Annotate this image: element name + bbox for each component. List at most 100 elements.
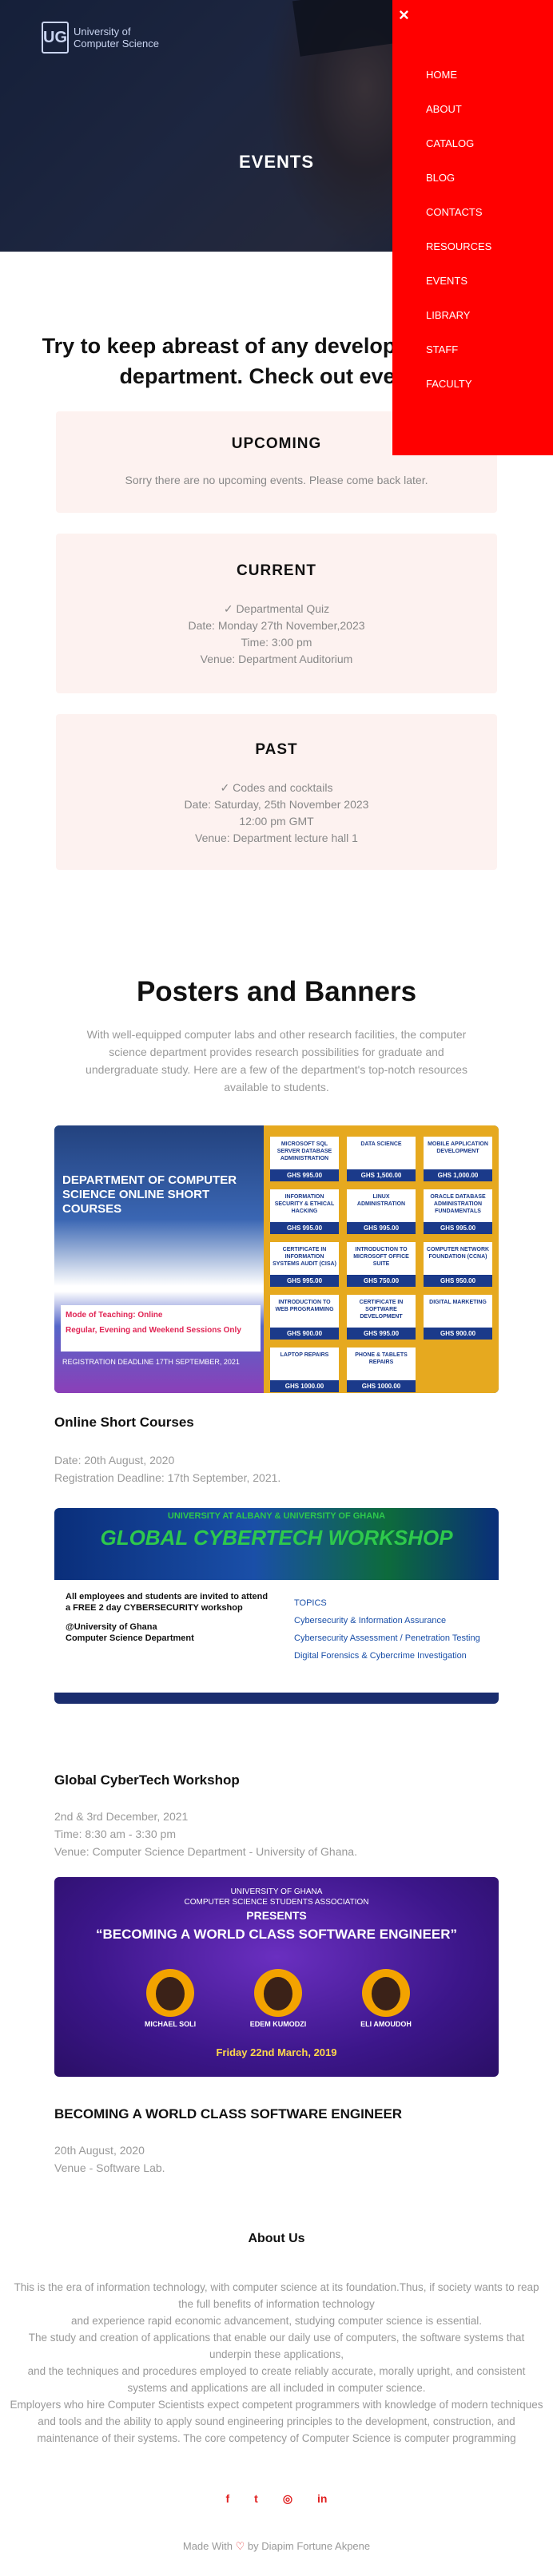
about-line: This is the era of information technolog… bbox=[14, 2281, 539, 2310]
current-event-name: ✓ Departmental Quiz bbox=[223, 602, 330, 615]
poster-location: @University of Ghana bbox=[66, 1622, 157, 1632]
poster-course-grid: MICROSOFT SQL SERVER DATABASE ADMINISTRA… bbox=[264, 1125, 499, 1393]
course-price: GHS 1,000.00 bbox=[424, 1169, 492, 1181]
course-tile: CERTIFICATE IN INFORMATION SYSTEMS AUDIT… bbox=[270, 1242, 339, 1287]
twitter-icon[interactable]: t bbox=[254, 2492, 258, 2506]
speaker-photo bbox=[146, 1969, 194, 2017]
poster-topics: TOPICS Cybersecurity & Information Assur… bbox=[294, 1594, 486, 1665]
logo-line-2: Computer Science bbox=[74, 38, 159, 50]
course-tile: LAPTOP REPAIRS GHS 1000.00 bbox=[270, 1348, 339, 1392]
about-text: This is the era of information technolog… bbox=[10, 2279, 543, 2447]
speaker-photo bbox=[362, 1969, 410, 2017]
speaker: MICHAEL SOLI bbox=[126, 1969, 214, 2028]
course-tile: MICROSOFT SQL SERVER DATABASE ADMINISTRA… bbox=[270, 1137, 339, 1181]
poster-invite: All employees and students are invited t… bbox=[66, 1592, 269, 1613]
linkedin-icon[interactable]: in bbox=[317, 2492, 327, 2506]
upcoming-message: Sorry there are no upcoming events. Plea… bbox=[125, 474, 428, 486]
poster-topic-3: Digital Forensics & Cybercrime Investiga… bbox=[294, 1651, 467, 1661]
poster-topics-title: TOPICS bbox=[294, 1598, 327, 1608]
instagram-icon[interactable]: ◎ bbox=[283, 2492, 292, 2506]
course-price: GHS 1000.00 bbox=[270, 1380, 339, 1392]
course-name: INTRODUCTION TO WEB PROGRAMMING bbox=[275, 1300, 334, 1312]
poster-deadline: REGISTRATION DEADLINE 17TH SEPTEMBER, 20… bbox=[62, 1358, 240, 1366]
nav-item-faculty[interactable]: FACULTY bbox=[426, 373, 491, 407]
credit-suffix: by Diapim Fortune Akpene bbox=[247, 2540, 371, 2552]
logo-icon: UG bbox=[42, 22, 69, 54]
heart-icon: ♡ bbox=[235, 2540, 245, 2552]
poster-meta-date: 2nd & 3rd December, 2021 bbox=[54, 1810, 189, 1823]
course-price: GHS 1000.00 bbox=[347, 1380, 416, 1392]
footer-credit: Made With ♡ by Diapim Fortune Akpene bbox=[0, 2540, 553, 2553]
current-event-venue: Venue: Department Auditorium bbox=[200, 653, 353, 665]
poster-meta: Date: 20th August, 2020 Registration Dea… bbox=[54, 1451, 280, 1486]
poster-heading: DEPARTMENT OF COMPUTER SCIENCE ONLINE SH… bbox=[62, 1173, 237, 1216]
course-tile: DATA SCIENCE GHS 1,500.00 bbox=[347, 1137, 416, 1181]
nav-item-library[interactable]: LIBRARY bbox=[426, 304, 491, 339]
poster-topic-1: Cybersecurity & Information Assurance bbox=[294, 1616, 447, 1625]
about-title: About Us bbox=[248, 2232, 305, 2245]
about-line: and experience rapid economic advancemen… bbox=[70, 2315, 483, 2327]
past-event-time: 12:00 pm GMT bbox=[239, 815, 314, 828]
poster-footer-band bbox=[54, 1693, 499, 1704]
speaker: EDEM KUMODZI bbox=[234, 1969, 322, 2028]
nav-item-contacts[interactable]: CONTACTS bbox=[426, 201, 491, 236]
site-logo[interactable]: UG University of Computer Science bbox=[42, 18, 159, 58]
course-name: LINUX ADMINISTRATION bbox=[356, 1194, 406, 1207]
speaker-name: ELI AMOUDOH bbox=[360, 2020, 412, 2028]
poster-department: Computer Science Department bbox=[66, 1633, 194, 1643]
speaker-photo bbox=[254, 1969, 302, 2017]
about-line: Employers who hire Computer Scientists e… bbox=[10, 2399, 543, 2444]
course-price: GHS 900.00 bbox=[424, 1328, 492, 1340]
course-price: GHS 1,500.00 bbox=[347, 1169, 416, 1181]
credit-prefix: Made With bbox=[182, 2540, 233, 2552]
facebook-icon[interactable]: f bbox=[225, 2492, 229, 2506]
poster-headline: “BECOMING A WORLD CLASS SOFTWARE ENGINEE… bbox=[95, 1927, 458, 1942]
course-name: ORACLE DATABASE ADMINISTRATION FUNDAMENT… bbox=[430, 1194, 486, 1214]
course-name: MICROSOFT SQL SERVER DATABASE ADMINISTRA… bbox=[276, 1141, 332, 1161]
past-event-venue: Venue: Department lecture hall 1 bbox=[195, 832, 358, 844]
nav-item-resources[interactable]: RESOURCES bbox=[426, 236, 491, 270]
nav-item-staff[interactable]: STAFF bbox=[426, 339, 491, 373]
nav-list: HOME ABOUT CATALOG BLOG CONTACTS RESOURC… bbox=[426, 64, 491, 407]
course-tile: INTRODUCTION TO WEB PROGRAMMING GHS 900.0… bbox=[270, 1295, 339, 1340]
past-title: PAST bbox=[255, 741, 298, 758]
poster-online-short-courses[interactable]: DEPARTMENT OF COMPUTER SCIENCE ONLINE SH… bbox=[54, 1125, 499, 1393]
poster-software-engineer[interactable]: UNIVERSITY OF GHANA COMPUTER SCIENCE STU… bbox=[54, 1877, 499, 2077]
poster-meta-deadline: Registration Deadline: 17th September, 2… bbox=[54, 1471, 281, 1484]
poster-meta-venue: Venue: Computer Science Department - Uni… bbox=[54, 1845, 357, 1858]
course-price: GHS 995.00 bbox=[347, 1222, 416, 1234]
course-price: GHS 995.00 bbox=[270, 1222, 339, 1234]
poster-banner-top: UNIVERSITY AT ALBANY & UNIVERSITY OF GHA… bbox=[54, 1508, 499, 1580]
course-price: GHS 900.00 bbox=[270, 1328, 339, 1340]
logo-line-1: University of bbox=[74, 26, 131, 38]
course-tile: DIGITAL MARKETING GHS 900.00 bbox=[424, 1295, 492, 1340]
current-events-card: CURRENT ✓ Departmental Quiz Date: Monday… bbox=[56, 534, 497, 693]
poster-cybertech-workshop[interactable]: UNIVERSITY AT ALBANY & UNIVERSITY OF GHA… bbox=[54, 1508, 499, 1704]
poster-meta: 20th August, 2020 Venue - Software Lab. bbox=[54, 2141, 165, 2177]
poster-date: Friday 22nd March, 2019 bbox=[216, 2046, 337, 2058]
speaker-name: MICHAEL SOLI bbox=[144, 2020, 197, 2028]
course-name: CERTIFICATE IN SOFTWARE DEVELOPMENT bbox=[359, 1300, 404, 1320]
nav-item-catalog[interactable]: CATALOG bbox=[426, 133, 491, 167]
nav-item-blog[interactable]: BLOG bbox=[426, 167, 491, 201]
course-tile: MOBILE APPLICATION DEVELOPMENT GHS 1,000.… bbox=[424, 1137, 492, 1181]
nav-item-events[interactable]: EVENTS bbox=[426, 270, 491, 304]
nav-item-home[interactable]: HOME bbox=[426, 64, 491, 98]
course-price: GHS 995.00 bbox=[347, 1328, 416, 1340]
posters-section-title: Posters and Banners bbox=[136, 976, 417, 1007]
nav-item-about[interactable]: ABOUT bbox=[426, 98, 491, 133]
poster-meta-venue: Venue - Software Lab. bbox=[54, 2161, 165, 2174]
course-name: INFORMATION SECURITY & ETHICAL HACKING bbox=[274, 1194, 335, 1214]
course-name: PHONE & TABLETS REPAIRS bbox=[355, 1352, 408, 1365]
course-price: GHS 995.00 bbox=[270, 1169, 339, 1181]
close-icon[interactable]: × bbox=[399, 5, 409, 26]
posters-section-description: With well-equipped computer labs and oth… bbox=[86, 1028, 467, 1094]
course-tile: INFORMATION SECURITY & ETHICAL HACKING GH… bbox=[270, 1189, 339, 1234]
course-price: GHS 995.00 bbox=[424, 1222, 492, 1234]
poster-presents: PRESENTS bbox=[246, 1909, 307, 1922]
poster-speakers: MICHAEL SOLI EDEM KUMODZI ELI AMOUDOH bbox=[126, 1969, 430, 2028]
poster-topic-2: Cybersecurity Assessment / Penetration T… bbox=[294, 1633, 480, 1643]
about-line: and the techniques and procedures employ… bbox=[27, 2365, 526, 2394]
poster-title: Global CyberTech Workshop bbox=[54, 1772, 240, 1788]
course-price: GHS 950.00 bbox=[424, 1275, 492, 1287]
